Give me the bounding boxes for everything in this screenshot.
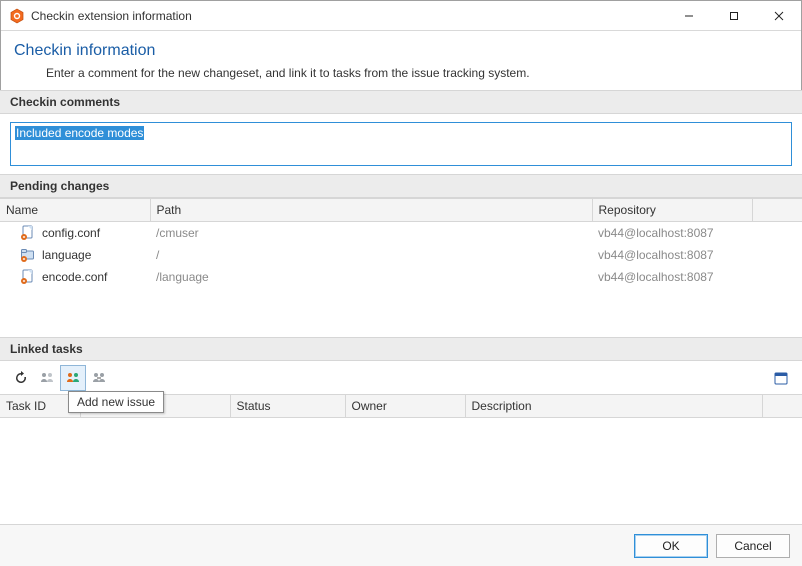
checkin-comment-input[interactable]: Included encode modes (10, 122, 792, 166)
titlebar: Checkin extension information (1, 1, 801, 31)
pending-header-row: Name Path Repository (0, 199, 802, 222)
col-path[interactable]: Path (150, 199, 592, 222)
calendar-button[interactable] (768, 365, 794, 391)
pending-name: config.conf (42, 226, 100, 240)
link-people-icon (91, 370, 107, 386)
window-maximize-button[interactable] (711, 1, 756, 31)
pending-row[interactable]: config.conf /cmuser vb44@localhost:8087 (0, 222, 802, 244)
ok-button[interactable]: OK (634, 534, 708, 558)
pending-repo: vb44@localhost:8087 (592, 244, 752, 266)
pending-name: encode.conf (42, 270, 107, 284)
pending-path: /language (150, 266, 592, 288)
people-icon (39, 370, 55, 386)
file-changed-icon (20, 269, 36, 285)
window-minimize-button[interactable] (666, 1, 711, 31)
pending-row[interactable]: language / vb44@localhost:8087 (0, 244, 802, 266)
section-header-linked: Linked tasks (0, 337, 802, 361)
pending-name: language (42, 248, 91, 262)
pending-path: /cmuser (150, 222, 592, 244)
checkin-comment-value: Included encode modes (15, 126, 144, 140)
col-repo[interactable]: Repository (592, 199, 752, 222)
section-header-pending: Pending changes (0, 174, 802, 198)
dialog-header: Checkin information Enter a comment for … (0, 30, 802, 90)
pending-repo: vb44@localhost:8087 (592, 222, 752, 244)
browse-issues-button[interactable] (34, 365, 60, 391)
col-owner[interactable]: Owner (345, 395, 465, 418)
cancel-button[interactable]: Cancel (716, 534, 790, 558)
page-title: Checkin information (14, 42, 788, 60)
section-header-comments: Checkin comments (0, 90, 802, 114)
pending-path: / (150, 244, 592, 266)
col-description[interactable]: Description (465, 395, 762, 418)
col-status[interactable]: Status (230, 395, 345, 418)
refresh-button[interactable] (8, 365, 34, 391)
tooltip-add-issue: Add new issue (68, 391, 164, 413)
col-extra[interactable] (762, 395, 802, 418)
refresh-icon (13, 370, 29, 386)
calendar-icon (773, 370, 789, 386)
file-changed-icon (20, 225, 36, 241)
folder-changed-icon (20, 247, 36, 263)
window-title: Checkin extension information (31, 9, 192, 23)
app-icon (9, 8, 25, 24)
link-issue-button[interactable] (86, 365, 112, 391)
pending-row[interactable]: encode.conf /language vb44@localhost:808… (0, 266, 802, 288)
linked-tasks-body (0, 418, 802, 524)
linked-tasks-toolbar: Add new issue (0, 361, 802, 395)
add-people-icon (65, 370, 81, 386)
pending-repo: vb44@localhost:8087 (592, 266, 752, 288)
window-close-button[interactable] (756, 1, 801, 31)
col-extra[interactable] (752, 199, 802, 222)
page-subtitle: Enter a comment for the new changeset, a… (46, 66, 788, 80)
dialog-footer: OK Cancel (0, 524, 802, 566)
col-name[interactable]: Name (0, 199, 150, 222)
add-issue-button[interactable] (60, 365, 86, 391)
